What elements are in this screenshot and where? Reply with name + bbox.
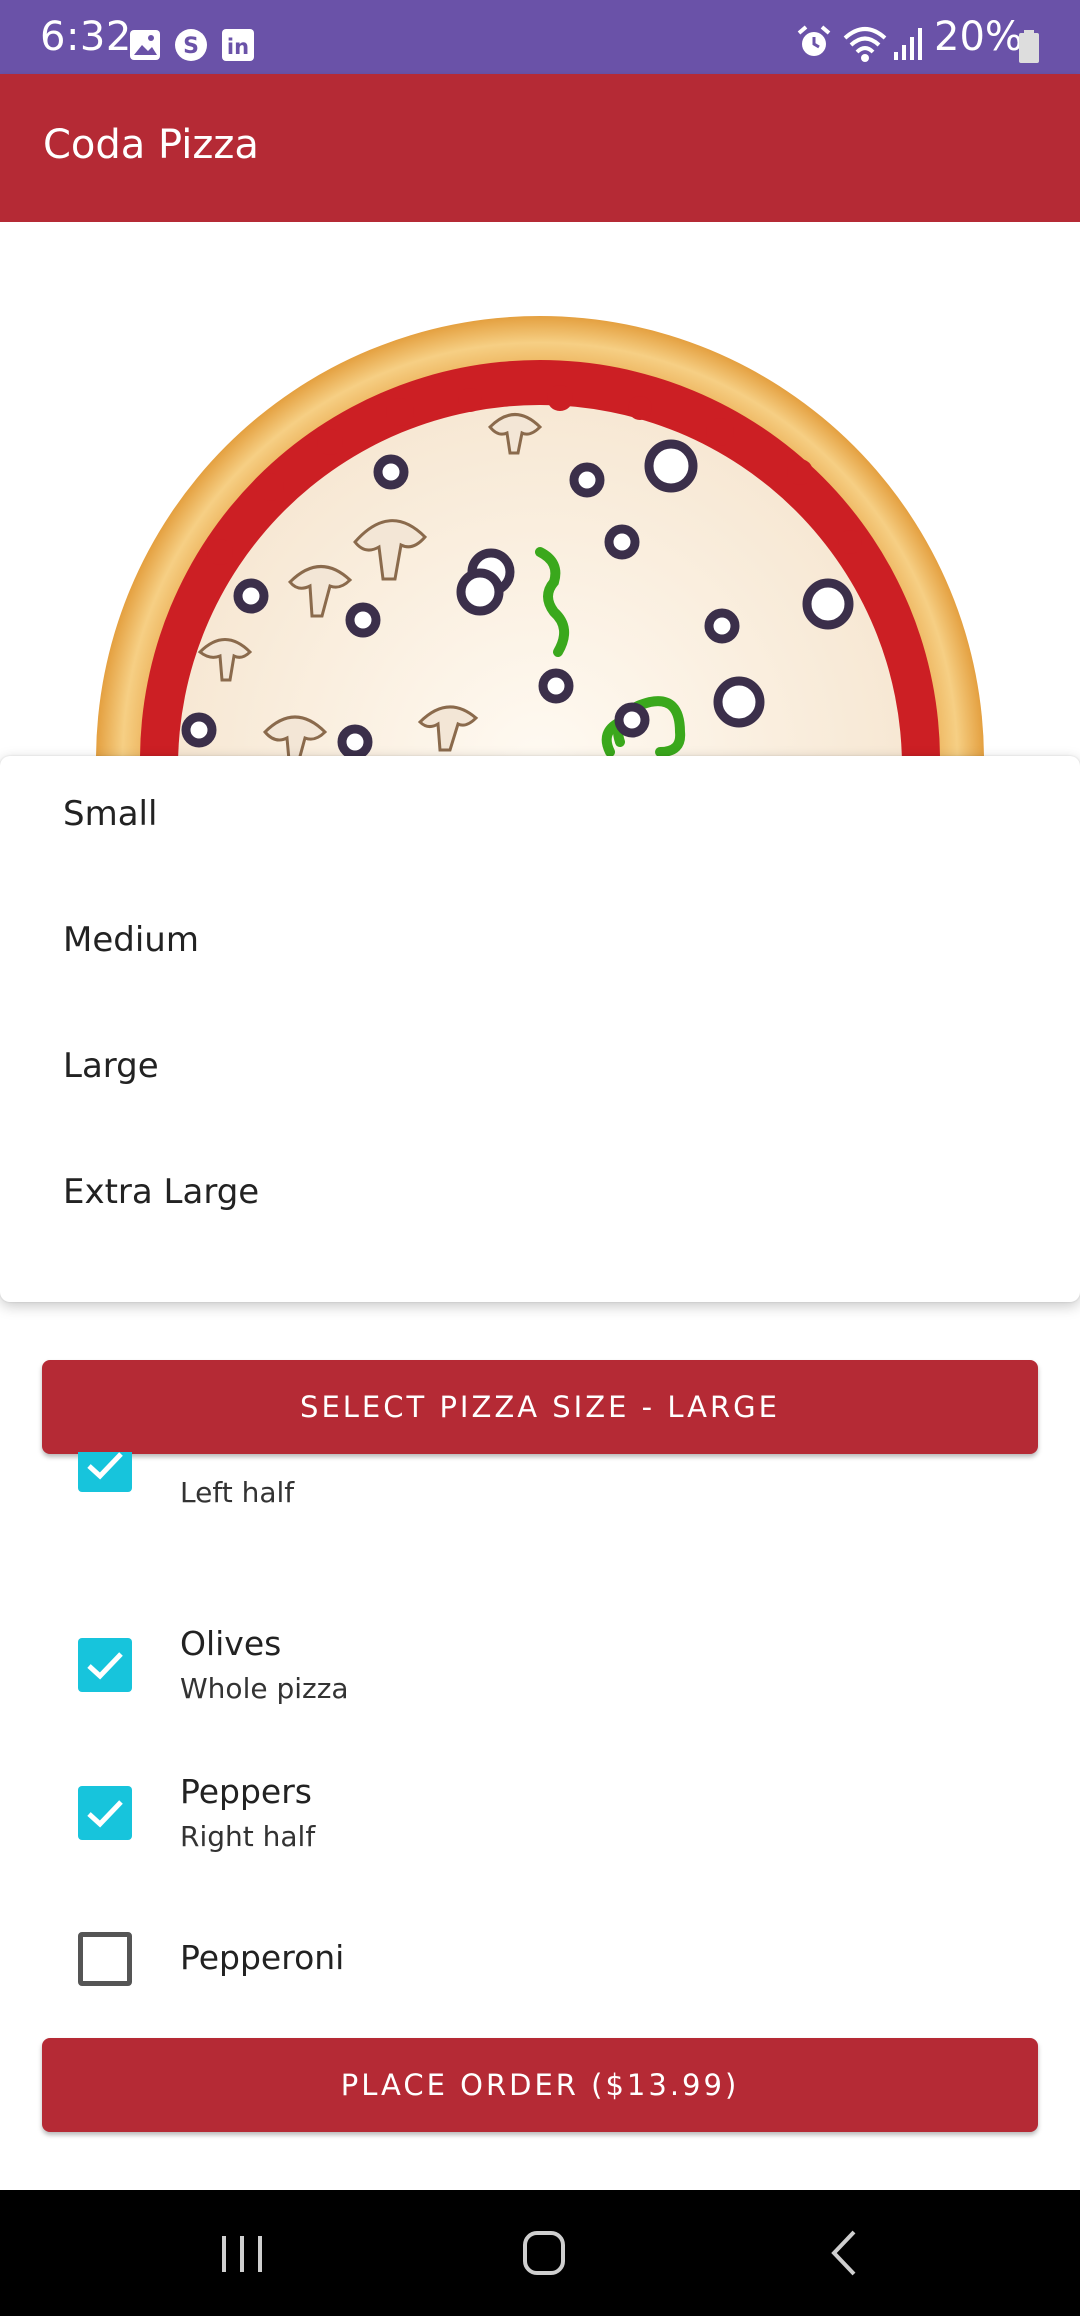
size-dropdown-menu: Small Medium Large Extra Large: [0, 756, 1080, 1302]
status-bar: 6:32 S in 20%: [0, 0, 1080, 74]
topping-placement: Right half: [180, 1820, 316, 1853]
topping-checkbox[interactable]: [78, 1638, 132, 1692]
topping-checkbox[interactable]: [78, 1452, 132, 1492]
topping-name: Peppers: [180, 1772, 312, 1811]
system-nav-bar: [0, 2190, 1080, 2316]
recents-icon[interactable]: [202, 2220, 282, 2286]
check-icon: [87, 1652, 123, 1680]
battery-percentage: 20%: [934, 14, 1023, 60]
topping-name: Pepperoni: [180, 1938, 345, 1977]
s-circle-icon: S: [175, 29, 207, 61]
select-pizza-size-button[interactable]: SELECT PIZZA SIZE - LARGE: [42, 1360, 1038, 1454]
topping-row-pepperoni[interactable]: Pepperoni: [0, 1896, 1080, 1986]
alarm-icon: [797, 25, 831, 56]
pizza-preview: [0, 222, 1080, 756]
size-option-label: Small: [63, 794, 158, 834]
signal-icon: [894, 28, 922, 60]
topping-row-olives[interactable]: Olives Whole pizza: [0, 1600, 1080, 1748]
check-icon: [87, 1452, 123, 1480]
topping-row[interactable]: Left half: [0, 1452, 1080, 1536]
battery-icon: [1019, 30, 1039, 63]
size-option-label: Large: [63, 1046, 159, 1086]
size-option-medium[interactable]: Medium: [0, 882, 1080, 1008]
app-bar: Coda Pizza: [0, 74, 1080, 222]
check-icon: [87, 1800, 123, 1828]
home-icon[interactable]: [504, 2220, 584, 2286]
pizza-image: [96, 316, 984, 756]
size-option-extra-large[interactable]: Extra Large: [0, 1134, 1080, 1260]
linkedin-icon: in: [222, 29, 254, 61]
svg-text:S: S: [183, 34, 199, 59]
size-option-label: Extra Large: [63, 1172, 260, 1212]
size-option-large[interactable]: Large: [0, 1008, 1080, 1134]
topping-checkbox[interactable]: [78, 1932, 132, 1986]
place-order-button[interactable]: PLACE ORDER ($13.99): [42, 2038, 1038, 2132]
back-icon[interactable]: [806, 2220, 886, 2286]
size-option-small[interactable]: Small: [0, 756, 1080, 882]
topping-name: Olives: [180, 1624, 282, 1663]
toppings-list: Left half Olives Whole pizza Peppers Rig…: [0, 1452, 1080, 1986]
size-option-label: Medium: [63, 920, 199, 960]
topping-checkbox[interactable]: [78, 1786, 132, 1840]
topping-placement: Left half: [180, 1476, 295, 1509]
topping-row-peppers[interactable]: Peppers Right half: [0, 1748, 1080, 1896]
app-title: Coda Pizza: [43, 122, 259, 168]
topping-placement: Whole pizza: [180, 1672, 349, 1705]
image-icon: [130, 30, 160, 60]
wifi-icon: [843, 27, 887, 62]
status-time: 6:32: [40, 14, 132, 60]
svg-text:in: in: [227, 35, 249, 59]
